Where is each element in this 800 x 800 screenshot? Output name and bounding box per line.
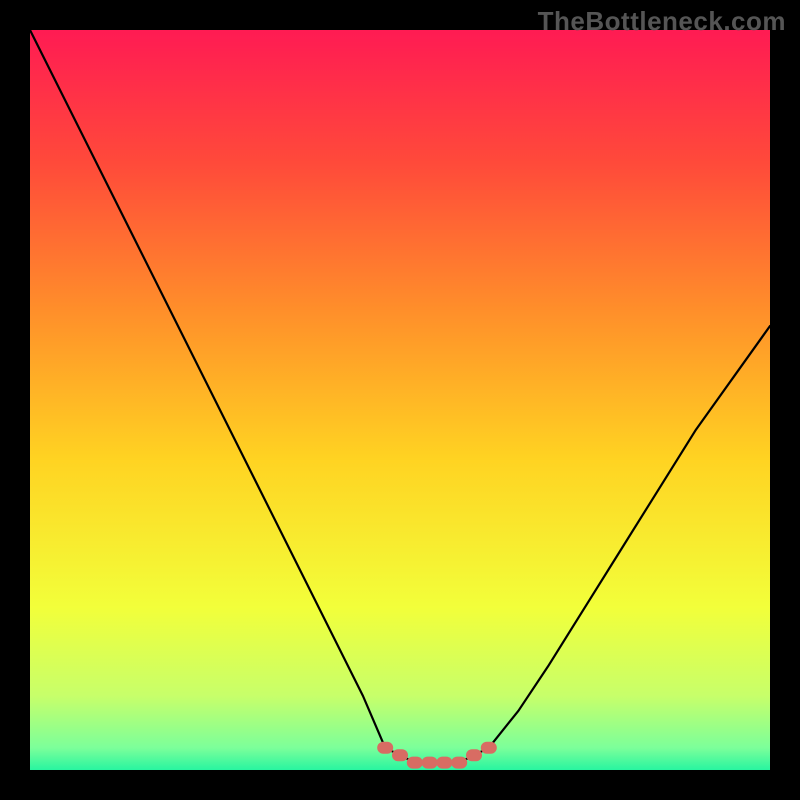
chart-svg	[30, 30, 770, 770]
optimal-zone-marker	[451, 757, 467, 769]
chart-frame: TheBottleneck.com	[0, 0, 800, 800]
optimal-zone-marker	[407, 757, 423, 769]
optimal-zone-marker	[436, 757, 452, 769]
optimal-zone-marker	[466, 749, 482, 761]
optimal-zone-marker	[481, 742, 497, 754]
watermark-text: TheBottleneck.com	[538, 6, 786, 37]
plot-area	[30, 30, 770, 770]
optimal-zone-marker	[422, 757, 438, 769]
optimal-zone-marker	[377, 742, 393, 754]
gradient-background	[30, 30, 770, 770]
optimal-zone-marker	[392, 749, 408, 761]
